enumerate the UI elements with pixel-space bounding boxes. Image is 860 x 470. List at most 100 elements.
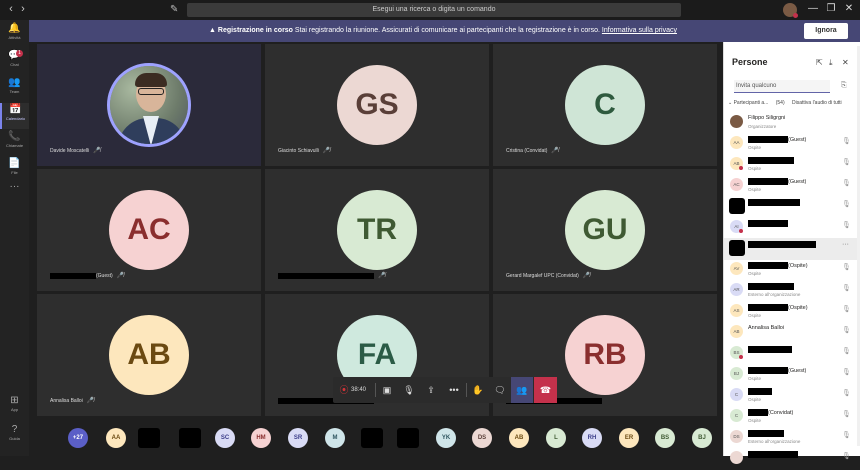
- mic-off-icon[interactable]: 🎙: [842, 347, 851, 355]
- participant-row[interactable]: AS (Ospite) Ospite 🎙: [724, 301, 860, 323]
- mic-off-icon[interactable]: 🎙: [842, 368, 851, 376]
- forward-arrow-icon[interactable]: ›: [16, 3, 30, 15]
- popout-icon[interactable]: ⇱: [816, 58, 823, 67]
- strip-avatar[interactable]: AB: [509, 428, 529, 448]
- raise-hand-button[interactable]: ✋: [467, 377, 489, 403]
- video-tile[interactable]: C Cristina (Convidat) 🎤̸: [493, 44, 717, 166]
- participant-row[interactable]: C (Convidat) Ospite 🎙: [724, 406, 860, 428]
- close-panel-icon[interactable]: ✕: [842, 58, 849, 67]
- mic-off-icon[interactable]: 🎙: [842, 431, 851, 439]
- rail-item-3[interactable]: 📅 Calendario: [0, 103, 29, 129]
- video-tile[interactable]: Davide Moscatelli 🎤̸: [37, 44, 261, 166]
- participants-button[interactable]: 👥: [511, 377, 533, 403]
- more-participants-badge[interactable]: +27: [68, 428, 88, 448]
- strip-avatar[interactable]: [397, 428, 419, 448]
- mic-off-icon[interactable]: 🎙: [842, 284, 851, 292]
- strip-avatar[interactable]: [361, 428, 383, 448]
- mic-off-icon[interactable]: 🎙: [842, 389, 851, 397]
- maximize-icon[interactable]: ❐: [824, 3, 838, 14]
- participant-row[interactable]: AB Annalisa Balloi 🎙: [724, 322, 860, 344]
- mic-button[interactable]: 🎙: [398, 377, 420, 403]
- participants-section[interactable]: ⌄ Partecipanti a... (54) Disattiva l'aud…: [728, 100, 842, 106]
- rail-item-6[interactable]: ···: [0, 180, 29, 206]
- hang-up-button[interactable]: ☎: [534, 377, 557, 403]
- strip-avatar[interactable]: SR: [288, 428, 308, 448]
- strip-avatar[interactable]: [138, 428, 160, 448]
- mic-off-icon[interactable]: 🎙: [842, 179, 851, 187]
- mic-off-icon[interactable]: 🎙: [842, 326, 851, 334]
- share-invite-icon[interactable]: ⎘: [841, 82, 847, 90]
- participant-row[interactable]: BS 🎙: [724, 343, 860, 365]
- rail-item-8[interactable]: ? Guida: [0, 423, 29, 449]
- strip-avatar[interactable]: YK: [436, 428, 456, 448]
- video-tile[interactable]: AC (Guest) 🎤̸: [37, 169, 261, 291]
- strip-avatar[interactable]: BJ: [692, 428, 712, 448]
- strip-avatar[interactable]: M: [325, 428, 345, 448]
- chat-button[interactable]: 🗨: [489, 377, 511, 403]
- ignore-button[interactable]: Ignora: [804, 23, 848, 39]
- video-tile[interactable]: AB Annalisa Balloi 🎤̸: [37, 294, 261, 416]
- mic-off-icon[interactable]: 🎙: [842, 410, 851, 418]
- close-icon[interactable]: ✕: [842, 3, 856, 14]
- participant-name: Filippo Siligrgni: [748, 115, 785, 121]
- more-options-icon[interactable]: ···: [842, 241, 849, 248]
- rail-item-4[interactable]: 📞 Chiamate: [0, 130, 29, 156]
- search-input[interactable]: Esegui una ricerca o digita un comando: [187, 3, 681, 17]
- rail-item-2[interactable]: 👥 Team: [0, 76, 29, 102]
- mic-off-icon[interactable]: 🎙: [842, 221, 851, 229]
- mic-off-icon[interactable]: 🎙: [842, 137, 851, 145]
- mic-off-icon[interactable]: 🎙: [842, 158, 851, 166]
- rail-item-1[interactable]: 💬 Chat 1: [0, 49, 29, 75]
- participant-row[interactable]: 🎙: [724, 448, 860, 470]
- strip-avatar[interactable]: SC: [215, 428, 235, 448]
- mic-off-icon: 🎤̸: [378, 273, 386, 279]
- participant-role: Ospite: [748, 271, 762, 276]
- strip-avatar[interactable]: BS: [655, 428, 675, 448]
- video-tile[interactable]: TR 🎤̸: [265, 169, 489, 291]
- mic-off-icon[interactable]: 🎙: [842, 452, 851, 460]
- minimize-icon[interactable]: —: [806, 3, 820, 14]
- participant-role: Ospite: [748, 313, 762, 318]
- participant-row[interactable]: AB Ospite 🎙: [724, 154, 860, 176]
- compose-icon[interactable]: ✎: [170, 4, 178, 15]
- participant-row[interactable]: BJ (Guest) Ospite 🎙: [724, 364, 860, 386]
- participant-row[interactable]: AI 🎙: [724, 217, 860, 239]
- participant-role: Organizzatore: [748, 124, 777, 129]
- strip-avatar[interactable]: AA: [106, 428, 126, 448]
- strip-avatar[interactable]: L: [546, 428, 566, 448]
- participant-row[interactable]: Filippo Siligrgni Organizzatore: [724, 112, 860, 134]
- strip-avatar[interactable]: DS: [472, 428, 492, 448]
- mute-all-link[interactable]: Disattiva l'audio di tutti: [792, 100, 842, 106]
- rail-label: Chat: [10, 62, 19, 67]
- mic-off-icon[interactable]: 🎙: [842, 305, 851, 313]
- download-icon[interactable]: ⤓: [829, 58, 833, 68]
- participant-row[interactable]: ···: [724, 238, 860, 260]
- participant-row[interactable]: AR Esterno all'organizzazione 🎙: [724, 280, 860, 302]
- rail-item-7[interactable]: ⊞ App: [0, 394, 29, 420]
- redacted-name: [278, 272, 374, 279]
- participant-row[interactable]: C Ospite 🎙: [724, 385, 860, 407]
- participant-avatar: AB: [730, 325, 743, 338]
- profile-avatar[interactable]: [783, 3, 798, 18]
- strip-avatar[interactable]: ER: [619, 428, 639, 448]
- video-tile[interactable]: GU Gerard Margalef UPC (Convidat) 🎤̸: [493, 169, 717, 291]
- strip-avatar[interactable]: [179, 428, 201, 448]
- mic-off-icon[interactable]: 🎙: [842, 200, 851, 208]
- rail-item-0[interactable]: 🔔 Attività: [0, 22, 29, 48]
- camera-button[interactable]: ▣: [376, 377, 398, 403]
- strip-avatar[interactable]: RH: [582, 428, 602, 448]
- participant-name: [748, 283, 794, 290]
- participant-row[interactable]: AA (Guest) Ospite 🎙: [724, 133, 860, 155]
- participant-row[interactable]: AV (Ospite) Ospite 🎙: [724, 259, 860, 281]
- privacy-link[interactable]: Informativa sulla privacy: [602, 27, 677, 34]
- more-actions-button[interactable]: •••: [443, 377, 465, 403]
- video-tile[interactable]: GS Giacinto Schiavulli 🎤̸: [265, 44, 489, 166]
- participant-name-text: (Guest): [788, 136, 807, 143]
- participant-row[interactable]: DS Esterno all'organizzazione 🎙: [724, 427, 860, 449]
- participant-row[interactable]: 🎙: [724, 196, 860, 218]
- invite-input[interactable]: Invita qualcuno: [734, 80, 830, 93]
- mic-off-icon[interactable]: 🎙: [842, 263, 851, 271]
- participant-row[interactable]: AC (Guest) Ospite 🎙: [724, 175, 860, 197]
- strip-avatar[interactable]: HM: [251, 428, 271, 448]
- share-button[interactable]: ⇪: [420, 377, 442, 403]
